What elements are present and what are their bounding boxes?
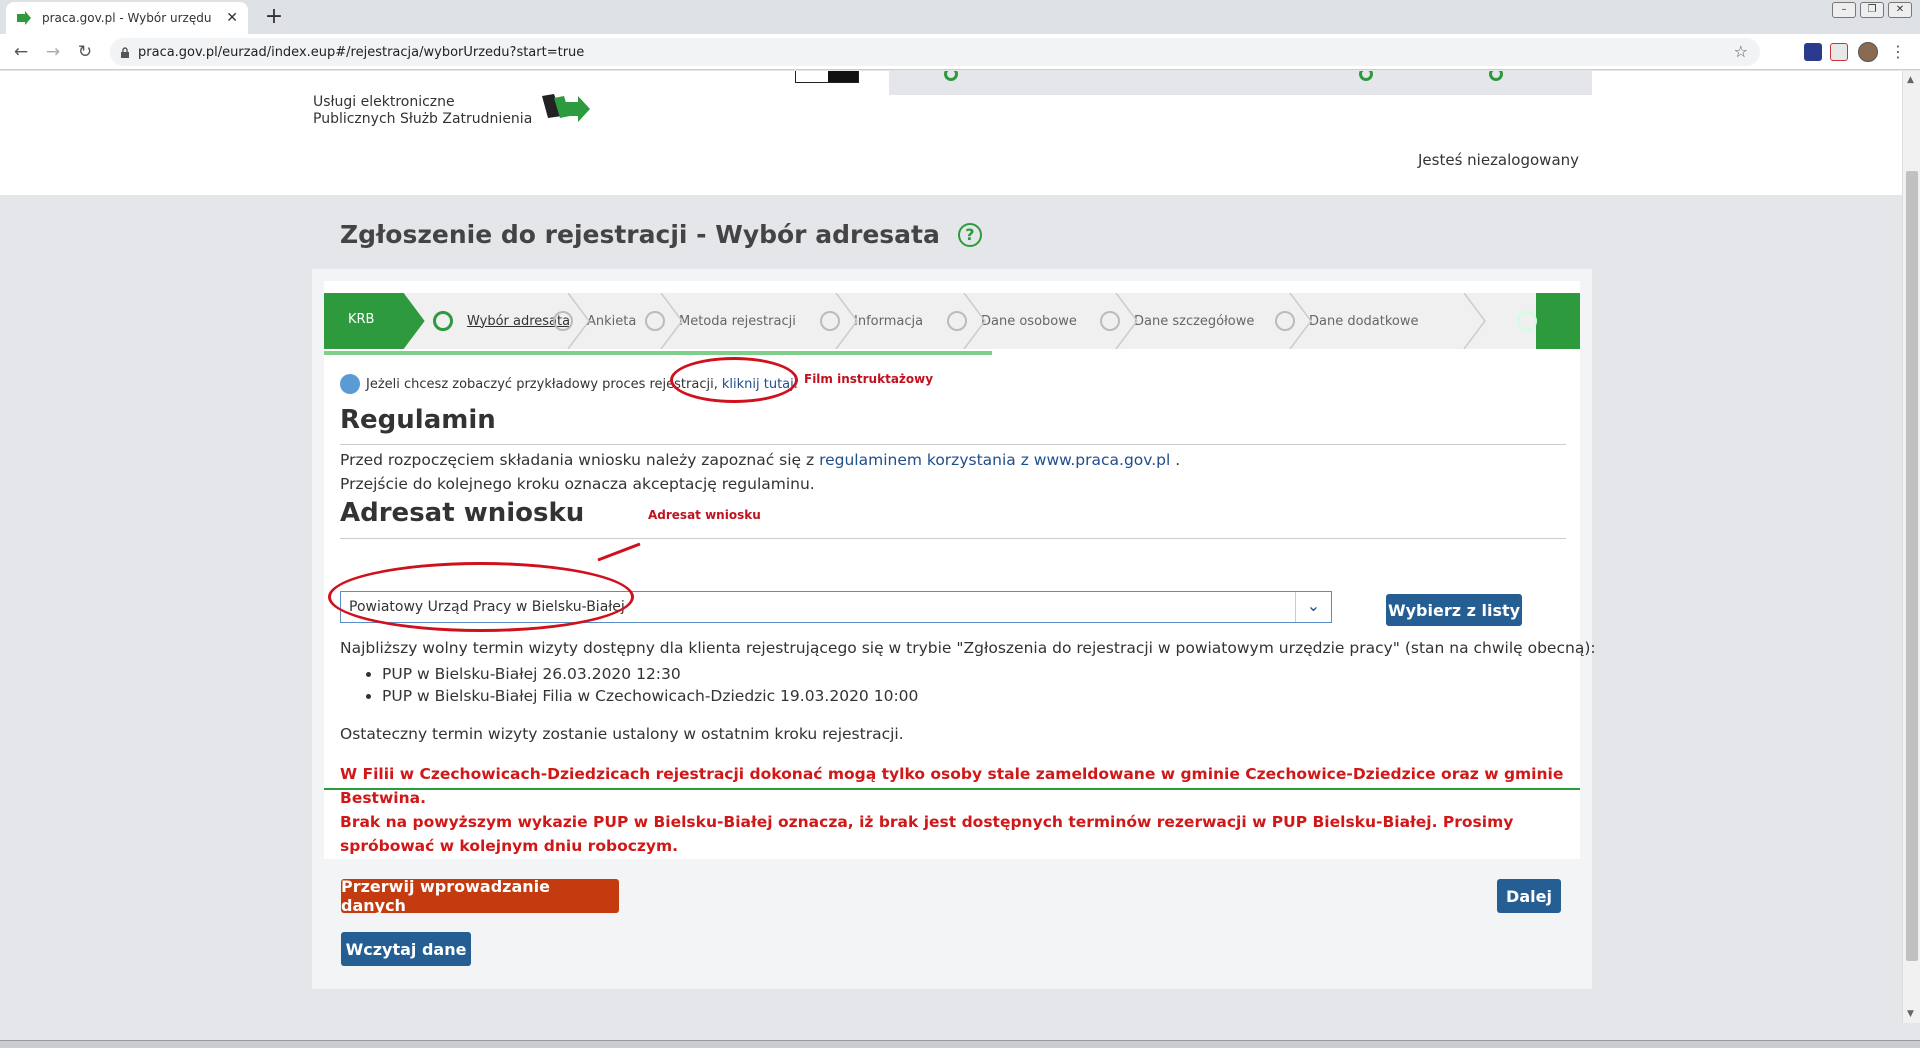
pdf-extension-icon[interactable] <box>1830 43 1848 61</box>
annotation-stroke <box>597 542 641 562</box>
load-data-button[interactable]: Wczytaj dane <box>341 932 471 966</box>
annotation-film: Film instruktażowy <box>804 372 934 386</box>
tab-title: praca.gov.pl - Wybór urzędu <box>42 11 212 25</box>
film-line: Jeżeli chcesz zobaczyć przykładowy proce… <box>340 374 798 394</box>
address-bar[interactable]: praca.gov.pl/eurzad/index.eup#/rejestrac… <box>110 38 1760 66</box>
list-item: PUP w Bielsku-Białej Filia w Czechowicac… <box>382 685 918 707</box>
reload-icon[interactable]: ↻ <box>74 41 96 63</box>
final-term-text: Ostateczny termin wizyty zostanie ustalo… <box>340 725 904 743</box>
url-text: praca.gov.pl/eurzad/index.eup#/rejestrac… <box>138 44 585 60</box>
tab-close-icon[interactable]: ✕ <box>226 10 238 26</box>
form-panel: KRB Wybór adresata Ankieta Metoda rejest… <box>312 269 1596 989</box>
login-menu-icon[interactable] <box>944 71 958 81</box>
window-controls: – ❐ ✕ <box>1832 2 1912 18</box>
forward-icon[interactable]: → <box>42 41 64 63</box>
annotation-adresat: Adresat wniosku <box>648 508 761 522</box>
adresat-select[interactable]: Powiatowy Urząd Pracy w Bielsku-Białej ⌄ <box>340 591 1332 623</box>
choose-from-list-button[interactable]: Wybierz z listy <box>1386 594 1522 626</box>
page-title: Zgłoszenie do rejestracji - Wybór adresa… <box>340 220 982 249</box>
os-taskbar <box>0 1040 1920 1048</box>
back-icon[interactable]: ← <box>10 41 32 63</box>
list-item: PUP w Bielsku-Białej 26.03.2020 12:30 <box>382 663 918 685</box>
page-scrollbar[interactable]: ▲ ▼ <box>1902 71 1920 1023</box>
wizard-progress-bar <box>324 351 992 355</box>
psz-logo-icon <box>542 94 590 122</box>
restore-icon[interactable]: ❐ <box>1860 2 1884 18</box>
visit-list: PUP w Bielsku-Białej 26.03.2020 12:30 PU… <box>364 663 918 707</box>
lock-icon <box>121 46 129 58</box>
tab-favicon-icon <box>17 11 31 25</box>
film-reel-icon <box>340 374 360 394</box>
form-divider <box>324 788 1580 790</box>
faq-menu-icon[interactable] <box>1489 71 1503 81</box>
minimize-icon[interactable]: – <box>1832 2 1856 18</box>
film-link[interactable]: kliknij tutaj. <box>722 377 798 392</box>
close-window-icon[interactable]: ✕ <box>1888 2 1912 18</box>
extension-icon[interactable] <box>1804 43 1822 61</box>
regulamin-link[interactable]: regulaminem korzystania z www.praca.gov.… <box>819 451 1170 469</box>
wizard-steps: KRB Wybór adresata Ankieta Metoda rejest… <box>324 293 1580 349</box>
top-menu <box>889 71 1592 95</box>
help-menu-icon[interactable] <box>1359 71 1373 81</box>
regulamin-heading: Regulamin <box>340 405 496 435</box>
adresat-heading: Adresat wniosku <box>340 498 585 528</box>
site-header: Usługi elektroniczne Publicznych Służb Z… <box>0 71 1902 195</box>
step-arrows <box>402 293 1580 349</box>
profile-avatar[interactable] <box>1858 42 1878 62</box>
site-logo-text: Usługi elektroniczne Publicznych Służb Z… <box>313 94 533 127</box>
form-content: KRB Wybór adresata Ankieta Metoda rejest… <box>324 281 1596 859</box>
abort-button[interactable]: Przerwij wprowadzanie danych <box>341 877 619 915</box>
new-tab-button[interactable]: + <box>260 4 288 32</box>
user-status: Jesteś niezalogowany <box>1418 151 1580 169</box>
warning-filia: W Filii w Czechowicach-Dziedzicach rejes… <box>340 765 1564 807</box>
bookmark-star-icon[interactable]: ☆ <box>1734 42 1748 61</box>
chevron-down-icon[interactable]: ⌄ <box>1295 592 1331 622</box>
nearest-visit-text: Najbliższy wolny termin wizyty dostępny … <box>340 639 1596 657</box>
warning-brak: Brak na powyższym wykazie PUP w Bielsku-… <box>340 813 1514 855</box>
regulamin-text: Przed rozpoczęciem składania wniosku nal… <box>340 451 1181 493</box>
contrast-toggle[interactable] <box>795 71 859 83</box>
help-icon[interactable]: ? <box>957 222 982 247</box>
browser-tabbar: praca.gov.pl - Wybór urzędu ✕ + – ❐ ✕ <box>0 0 1920 34</box>
browser-tab[interactable]: praca.gov.pl - Wybór urzędu ✕ <box>6 2 248 34</box>
browser-menu-icon[interactable]: ⋮ <box>1890 42 1906 61</box>
next-button[interactable]: Dalej <box>1497 879 1561 913</box>
scrollbar-thumb[interactable] <box>1906 171 1918 961</box>
browser-toolbar: ← → ↻ praca.gov.pl/eurzad/index.eup#/rej… <box>0 34 1920 70</box>
page-viewport: Usługi elektroniczne Publicznych Służb Z… <box>0 71 1902 1023</box>
